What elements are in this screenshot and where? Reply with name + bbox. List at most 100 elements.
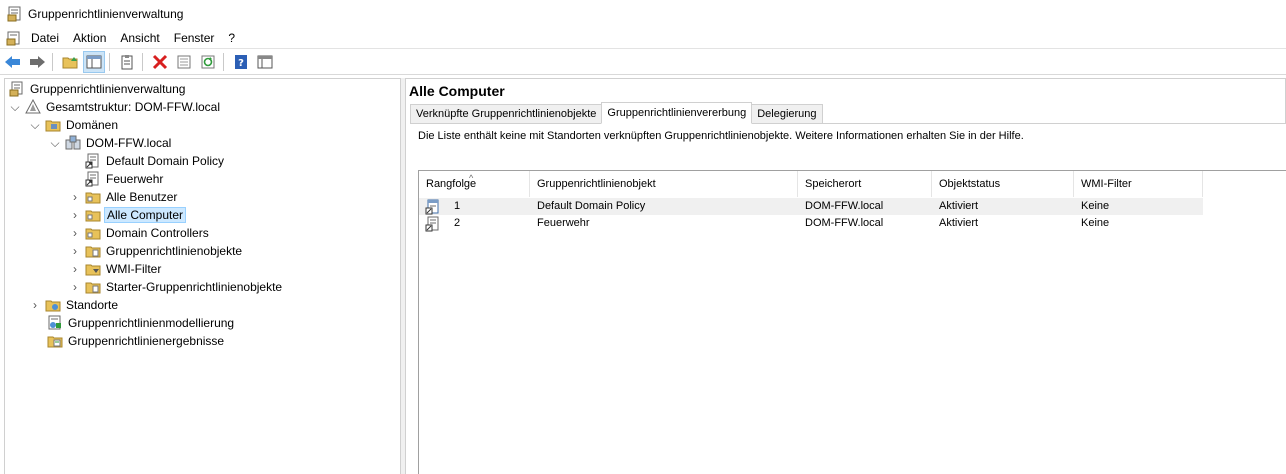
gpo-folder-icon xyxy=(85,246,101,258)
column-header-wmi-filter[interactable]: WMI-Filter xyxy=(1074,171,1203,197)
chevron-right-icon[interactable]: › xyxy=(69,278,81,296)
window-title: Gruppenrichtlinienverwaltung xyxy=(28,7,184,21)
chevron-down-icon[interactable]: ⌵ xyxy=(9,98,21,116)
sort-ascending-icon: ^ xyxy=(469,173,474,183)
delete-icon xyxy=(152,54,168,69)
domain-icon xyxy=(65,135,81,150)
tree-item-root[interactable]: Gruppenrichtlinienverwaltung xyxy=(9,80,187,98)
chevron-down-icon[interactable]: ⌵ xyxy=(29,116,41,134)
page-title: Alle Computer xyxy=(409,83,505,99)
gpo-link-icon xyxy=(85,153,99,169)
chevron-right-icon[interactable]: › xyxy=(29,296,41,314)
chevron-right-icon[interactable]: › xyxy=(69,206,81,224)
gpo-list[interactable]: ^ Rangfolge Gruppenrichtlinienobjekt Spe… xyxy=(418,170,1286,474)
toolbar-separator xyxy=(223,52,224,71)
menu-ansicht[interactable]: Ansicht xyxy=(113,28,166,48)
gpo-icon xyxy=(425,216,439,231)
tree-item-feuerwehr[interactable]: Feuerwehr xyxy=(85,170,165,188)
tree-item-forest[interactable]: ⌵ Gesamtstruktur: DOM-FFW.local xyxy=(9,98,222,116)
show-tree-icon xyxy=(86,55,102,68)
column-header-objektstatus[interactable]: Objektstatus xyxy=(932,171,1074,197)
modeling-icon xyxy=(48,315,61,330)
console-menu-icon[interactable] xyxy=(6,30,22,46)
up-folder-button[interactable] xyxy=(59,51,81,73)
forward-button[interactable] xyxy=(26,51,48,73)
tree-label: WMI-Filter xyxy=(106,262,162,276)
tab-verknuepfte-gpos[interactable]: Verknüpfte Gruppenrichtlinienobjekte xyxy=(410,104,603,124)
table-row[interactable]: 2 Feuerwehr DOM-FFW.local Aktiviert Kein… xyxy=(419,215,1203,232)
console-button[interactable] xyxy=(254,51,276,73)
cell-location: DOM-FFW.local xyxy=(805,200,884,212)
starter-gpo-folder-icon xyxy=(85,282,101,294)
console-tree[interactable]: Gruppenrichtlinienverwaltung ⌵ Gesamtstr… xyxy=(4,78,401,474)
toolbar-separator xyxy=(52,52,53,71)
help-icon: ? xyxy=(235,54,247,69)
cell-gpo: Default Domain Policy xyxy=(537,200,646,212)
toolbar-separator xyxy=(142,52,143,71)
chevron-right-icon[interactable]: › xyxy=(69,242,81,260)
tree-item-standorte[interactable]: › Standorte xyxy=(29,296,120,314)
tree-label: Alle Benutzer xyxy=(106,190,178,204)
column-header-speicherort[interactable]: Speicherort xyxy=(798,171,932,197)
tree-label: DOM-FFW.local xyxy=(86,136,172,150)
tree-item-domains[interactable]: ⌵ Domänen xyxy=(29,116,120,134)
console-icon xyxy=(257,55,273,68)
chevron-right-icon[interactable]: › xyxy=(69,260,81,278)
ou-folder-icon xyxy=(85,210,101,222)
menu-aktion[interactable]: Aktion xyxy=(66,28,113,48)
column-header-gpo[interactable]: Gruppenrichtlinienobjekt xyxy=(530,171,798,197)
menu-bar: Datei Aktion Ansicht Fenster ? xyxy=(0,28,1286,48)
clipboard-button[interactable] xyxy=(116,51,138,73)
tree-label: Gesamtstruktur: DOM-FFW.local xyxy=(46,100,221,114)
tree-item-ergebnisse[interactable]: Gruppenrichtlinienergebnisse xyxy=(47,332,226,350)
refresh-button[interactable] xyxy=(197,51,219,73)
tree-item-alle-benutzer[interactable]: › Alle Benutzer xyxy=(69,188,179,206)
back-button[interactable] xyxy=(2,51,24,73)
tree-label: Gruppenrichtlinienmodellierung xyxy=(68,316,235,330)
cell-status: Aktiviert xyxy=(939,200,979,212)
tree-item-modellierung[interactable]: Gruppenrichtlinienmodellierung xyxy=(47,314,236,332)
ou-folder-icon xyxy=(85,228,101,240)
clipboard-icon xyxy=(121,54,133,69)
chevron-right-icon[interactable]: › xyxy=(69,188,81,206)
table-row[interactable]: 1 Default Domain Policy DOM-FFW.local Ak… xyxy=(419,198,1203,215)
wmi-folder-icon xyxy=(85,264,101,276)
tree-item-starter-gpo[interactable]: › Starter-Gruppenrichtlinienobjekte xyxy=(69,278,284,296)
tab-strip: Verknüpfte Gruppenrichtlinienobjekte Gru… xyxy=(410,102,823,124)
ou-folder-icon xyxy=(85,192,101,204)
list-header: ^ Rangfolge Gruppenrichtlinienobjekt Spe… xyxy=(419,171,1203,197)
tree-item-domain[interactable]: ⌵ DOM-FFW.local xyxy=(49,134,173,152)
svg-text:?: ? xyxy=(238,58,244,69)
cell-rank: 1 xyxy=(454,200,461,212)
menu-help[interactable]: ? xyxy=(221,28,242,48)
tree-item-wmi-filter[interactable]: › WMI-Filter xyxy=(69,260,163,278)
tree-item-alle-computer[interactable]: › Alle Computer xyxy=(69,206,187,224)
domains-folder-icon xyxy=(45,120,61,132)
column-header-rangfolge[interactable]: ^ Rangfolge xyxy=(419,171,530,197)
cell-rank: 2 xyxy=(454,217,461,229)
menu-datei[interactable]: Datei xyxy=(24,28,66,48)
delete-button[interactable] xyxy=(149,51,171,73)
properties-button[interactable] xyxy=(173,51,195,73)
tree-item-default-domain-policy[interactable]: Default Domain Policy xyxy=(85,152,226,170)
tab-delegierung[interactable]: Delegierung xyxy=(751,104,823,124)
chevron-down-icon[interactable]: ⌵ xyxy=(49,134,61,152)
show-tree-button[interactable] xyxy=(83,50,105,73)
properties-icon xyxy=(177,55,191,68)
cell-wmi: Keine xyxy=(1081,217,1110,229)
help-button[interactable]: ? xyxy=(230,51,252,73)
cell-wmi: Keine xyxy=(1081,200,1110,212)
tree-item-gpo-container[interactable]: › Gruppenrichtlinienobjekte xyxy=(69,242,244,260)
chevron-right-icon[interactable]: › xyxy=(69,224,81,242)
cell-status: Aktiviert xyxy=(939,217,979,229)
tab-vererbung[interactable]: Gruppenrichtlinienvererbung xyxy=(601,102,753,124)
details-pane: Alle Computer Verknüpfte Gruppenrichtlin… xyxy=(405,78,1286,474)
tree-item-domain-controllers[interactable]: › Domain Controllers xyxy=(69,224,211,242)
forward-icon xyxy=(30,55,45,68)
toolbar: ? xyxy=(0,48,1286,75)
forest-icon xyxy=(25,99,41,114)
results-icon xyxy=(47,336,63,348)
cell-location: DOM-FFW.local xyxy=(805,217,884,229)
tree-label: Gruppenrichtlinienverwaltung xyxy=(30,82,186,96)
menu-fenster[interactable]: Fenster xyxy=(167,28,222,48)
